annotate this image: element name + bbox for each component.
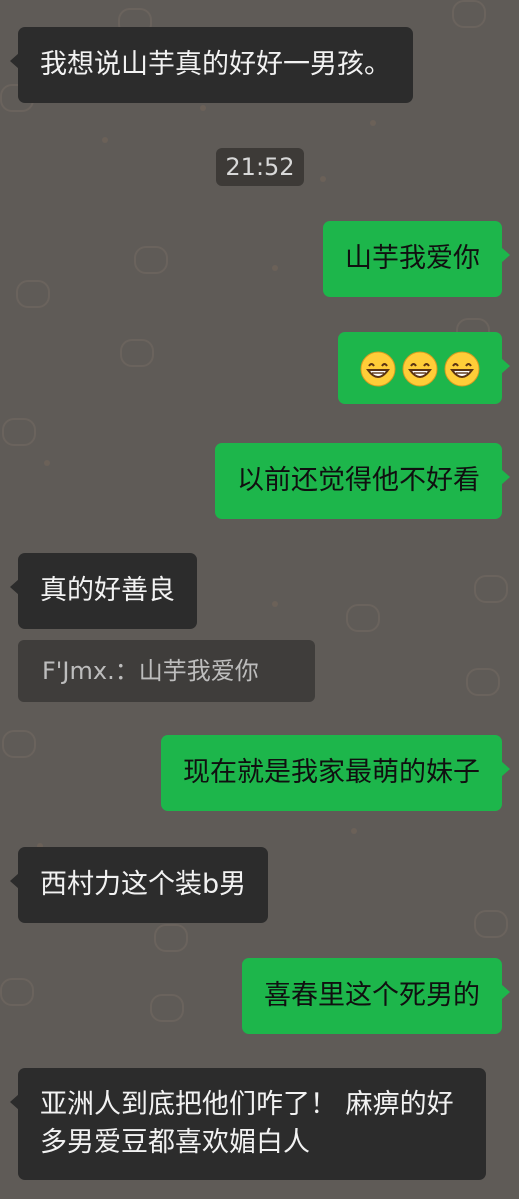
incoming-message-bubble[interactable]: 西村力这个装b男 (9, 847, 269, 923)
incoming-message-bubble[interactable]: 我想说山芋真的好好一男孩。 (10, 27, 413, 103)
outgoing-message-bubble[interactable]: 以前还觉得他不好看 (215, 443, 510, 519)
incoming-message-bubble[interactable]: 亚洲人到底把他们咋了！ 麻痹的好多男爱豆都喜欢媚白人 (10, 1068, 486, 1180)
outgoing-message-bubble[interactable]: 现在就是我家最萌的妹子 (161, 735, 510, 811)
incoming-message-bubble[interactable]: 真的好善良 (10, 553, 197, 629)
grinning-face-with-smiling-eyes-icon (360, 351, 396, 386)
outgoing-message-bubble[interactable]: 山芋我爱你 (323, 221, 510, 297)
outgoing-emoji-bubble[interactable] (338, 332, 510, 404)
grinning-face-with-smiling-eyes-icon (444, 351, 480, 386)
grinning-face-with-smiling-eyes-icon (402, 351, 438, 386)
message-timestamp: 21:52 (216, 148, 304, 186)
outgoing-message-bubble[interactable]: 喜春里这个死男的 (242, 958, 510, 1034)
quoted-reply[interactable]: F'Jmx.：山芋我爱你 (18, 640, 315, 702)
